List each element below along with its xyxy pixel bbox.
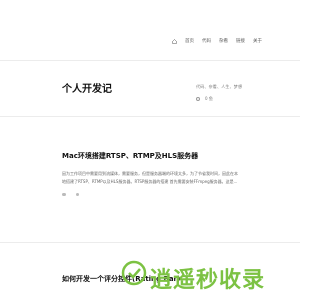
top-nav: 首页 代码 杂看 链接 关于 [172,38,262,44]
post-title[interactable]: Mac环境搭建RTSP、RTMP及HLS服务器 [62,152,240,160]
home-icon[interactable] [172,38,177,44]
watermark-text: 逍遥秒收录 [150,268,266,293]
nav-item-about[interactable]: 关于 [253,38,262,44]
post-meta-category[interactable] [62,192,68,197]
post-meta [62,192,240,197]
header-divider [0,60,300,61]
nav-item-home[interactable]: 首页 [185,38,194,44]
site-tagline: 代码、杂看、人生、梦想 [196,84,243,89]
post-meta-comments[interactable] [75,192,82,197]
folder-icon [62,192,66,197]
post-excerpt: 因为工作项目中需要用到流媒体，需要服务，但是服务器端的环境太多，为了节省我时间，… [62,171,238,185]
circle-icon [196,97,200,101]
site-title[interactable]: 个人开发记 [62,80,112,95]
site-meta: 0 鱼 [196,96,213,102]
nav-item-misc[interactable]: 杂看 [219,38,228,44]
watermark-logo-icon [121,260,147,286]
nav-item-code[interactable]: 代码 [202,38,211,44]
post-divider [0,242,300,243]
nav-item-links[interactable]: 链接 [236,38,245,44]
site-meta-text: 0 鱼 [205,96,213,101]
comment-icon [75,192,79,197]
site-divider [0,116,300,117]
post-item: Mac环境搭建RTSP、RTMP及HLS服务器 因为工作项目中需要用到流媒体，需… [62,152,240,197]
